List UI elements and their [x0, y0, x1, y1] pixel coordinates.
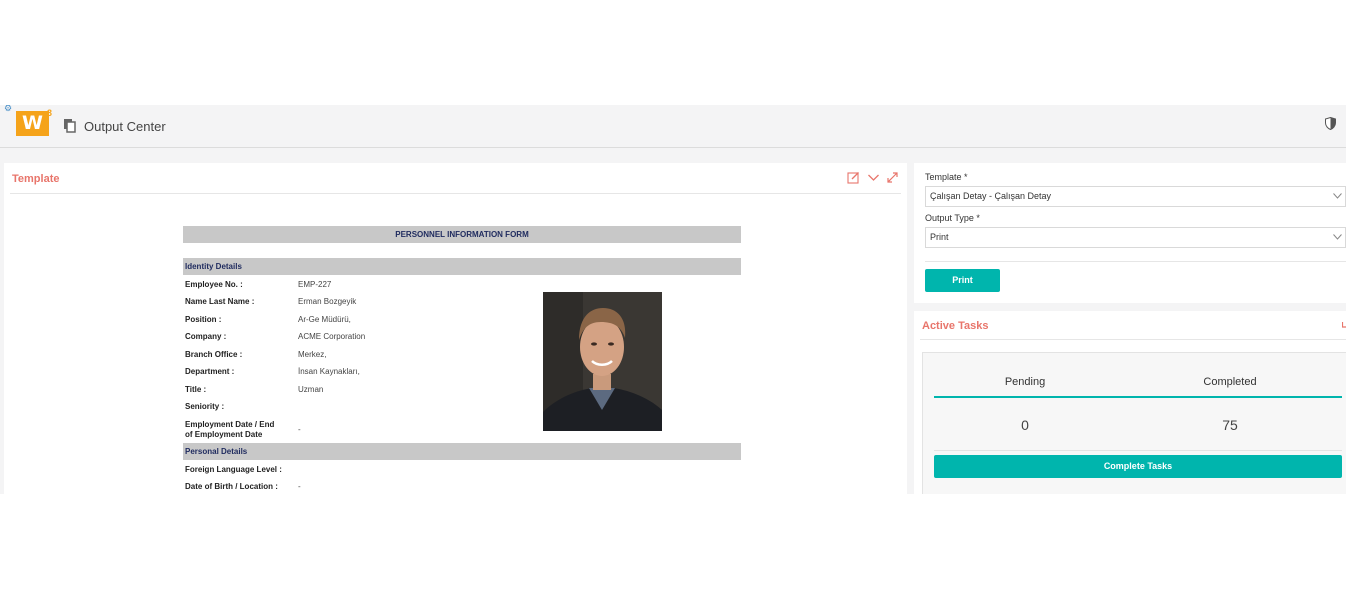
template-panel-title: Template [12, 173, 60, 185]
portrait-image [543, 292, 662, 431]
expand-icon[interactable] [886, 171, 899, 184]
shield-icon[interactable] [1325, 117, 1336, 130]
field-label-seniority: Seniority : [185, 402, 225, 411]
print-button[interactable]: Print [925, 269, 1000, 292]
app-window: ⚙ W 3 Output Center Template PERSONNEL I… [0, 105, 1346, 494]
field-value-branch: Merkez, [298, 350, 327, 359]
collapse-icon[interactable] [1342, 321, 1346, 328]
completed-label: Completed [1203, 376, 1257, 388]
output-settings-panel: Template * Çalışan Detay - Çalışan Detay… [914, 163, 1346, 303]
divider [934, 450, 1342, 451]
output-type-select-value: Print [930, 232, 949, 242]
pending-label: Pending [1004, 376, 1046, 388]
output-type-select[interactable]: Print [925, 227, 1346, 248]
divider [925, 261, 1346, 262]
field-label-foreign-language: Foreign Language Level : [185, 465, 282, 474]
template-select-label: Template * [925, 172, 968, 182]
personal-section-header: Personal Details [183, 443, 741, 460]
field-label-title: Title : [185, 385, 207, 394]
field-label-department: Department : [185, 367, 235, 376]
template-select-value: Çalışan Detay - Çalışan Detay [930, 191, 1052, 201]
chevron-down-icon [1333, 234, 1342, 240]
identity-section-header: Identity Details [183, 258, 741, 275]
field-label-name: Name Last Name : [185, 297, 255, 306]
output-type-select-label: Output Type * [925, 213, 980, 223]
template-panel: Template PERSONNEL INFORMATION FORM Iden… [4, 163, 907, 494]
chevron-down-icon[interactable] [867, 171, 880, 184]
form-title: PERSONNEL INFORMATION FORM [183, 226, 741, 243]
tasks-header-underline [934, 396, 1342, 398]
active-tasks-panel: Active Tasks Pending Completed 0 75 Comp… [914, 311, 1346, 494]
field-value-employee-no: EMP-227 [298, 280, 332, 289]
app-logo-superscript: 3 [47, 108, 53, 118]
field-label-branch: Branch Office : [185, 350, 243, 359]
documents-icon [64, 119, 76, 133]
chevron-down-icon [1333, 193, 1342, 199]
employee-photo [543, 292, 662, 431]
field-label-birth: Date of Birth / Location : [185, 482, 278, 491]
edit-icon[interactable] [847, 171, 860, 184]
template-select[interactable]: Çalışan Detay - Çalışan Detay [925, 186, 1346, 207]
settings-mini-icon[interactable]: ⚙ [4, 105, 12, 113]
tasks-summary-box: Pending Completed 0 75 Complete Tasks [922, 352, 1346, 494]
app-logo[interactable]: W [16, 111, 49, 136]
field-value-company: ACME Corporation [298, 332, 366, 341]
divider [10, 193, 901, 194]
field-label-company: Company : [185, 332, 227, 341]
field-label-employment-date-2: of Employment Date [185, 430, 263, 439]
field-value-birth: - [298, 482, 301, 491]
field-value-department: İnsan Kaynakları, [298, 367, 360, 376]
complete-tasks-button[interactable]: Complete Tasks [934, 455, 1342, 478]
field-label-position: Position : [185, 315, 222, 324]
field-value-name: Erman Bozgeyik [298, 297, 357, 306]
active-tasks-title: Active Tasks [922, 320, 989, 332]
field-value-employment-date: - [298, 425, 301, 434]
field-label-employee-no: Employee No. : [185, 280, 243, 289]
page-title: Output Center [84, 119, 166, 134]
completed-count[interactable]: 75 [1170, 417, 1290, 433]
pending-count[interactable]: 0 [965, 417, 1085, 433]
top-bar: ⚙ W 3 Output Center [0, 105, 1346, 148]
field-value-position: Ar-Ge Müdürü, [298, 315, 351, 324]
field-label-employment-date-1: Employment Date / End [185, 420, 275, 429]
divider [920, 339, 1346, 340]
field-value-title: Uzman [298, 385, 324, 394]
